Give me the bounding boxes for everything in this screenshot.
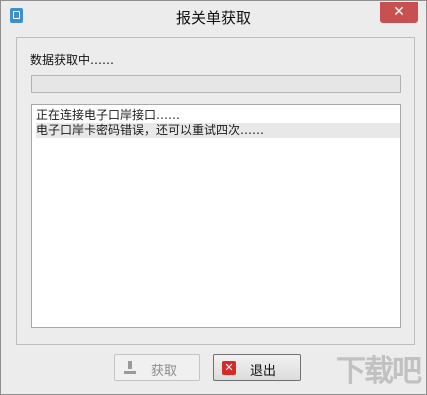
log-line: 电子口岸卡密码错误，还可以重试四次…… [36,123,400,138]
close-button[interactable]: ✕ [380,2,418,23]
exit-button[interactable]: ✕ 退出 [213,354,301,381]
fetch-button-label: 获取 [151,364,178,379]
fetch-button[interactable]: 获取 [114,354,200,381]
exit-button-label: 退出 [250,364,277,379]
status-label: 数据获取中…… [30,53,115,67]
log-line: 正在连接电子口岸接口…… [36,108,181,122]
download-icon [123,361,137,375]
window-title: 报关单获取 [175,9,251,27]
title-bar[interactable]: 报关单获取 ✕ [1,1,426,31]
dialog-window: 报关单获取 ✕ 数据获取中…… 正在连接电子口岸接口…… 电子口岸卡密码错误，还… [0,0,427,395]
log-list[interactable]: 正在连接电子口岸接口…… 电子口岸卡密码错误，还可以重试四次…… [31,104,401,328]
watermark-logo: 下载吧 [336,354,422,389]
close-icon: ✕ [393,4,405,20]
progress-bar [31,75,401,93]
exit-icon: ✕ [222,361,236,375]
